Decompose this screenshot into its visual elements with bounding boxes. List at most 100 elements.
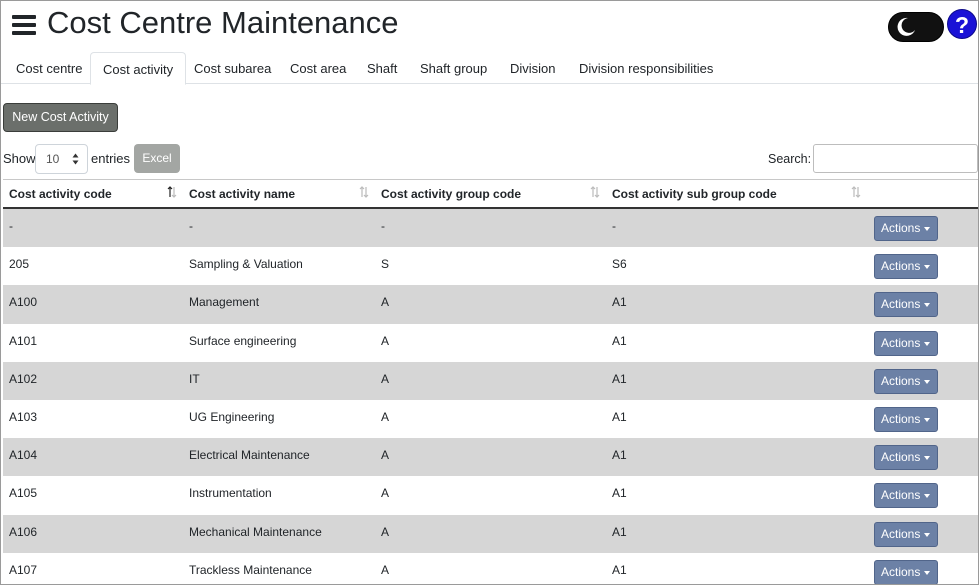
tab-division-responsibilities[interactable]: Division responsibilities [567, 52, 725, 85]
actions-button[interactable]: Actions [874, 445, 938, 471]
show-label: Show [3, 151, 36, 166]
caret-down-icon [924, 456, 930, 461]
cell-code: A102 [9, 371, 38, 386]
select-arrows-icon [72, 153, 79, 165]
caret-down-icon [924, 341, 930, 346]
cell-code: 205 [9, 257, 30, 272]
moon-icon [897, 17, 915, 36]
excel-export-button[interactable]: Excel [134, 144, 180, 173]
column-header-code[interactable]: Cost activity code [3, 180, 183, 209]
actions-button[interactable]: Actions [874, 521, 938, 547]
cell-name: Instrumentation [189, 486, 272, 501]
tab-cost-subarea[interactable]: Cost subarea [182, 52, 283, 85]
table-row: A103 UG Engineering A A1 Actions [3, 400, 978, 439]
page-title: Cost Centre Maintenance [47, 5, 399, 40]
cell-name: UG Engineering [189, 410, 275, 424]
caret-down-icon [924, 570, 930, 575]
cell-group-code: A [381, 486, 390, 501]
sort-asc-icon[interactable] [167, 186, 177, 198]
cell-sub-group-code: S6 [612, 257, 627, 272]
cell-sub-group-code: A1 [612, 371, 627, 386]
column-header-name[interactable]: Cost activity name [183, 180, 375, 209]
tab-shaft[interactable]: Shaft [355, 52, 409, 85]
cell-sub-group-code: A1 [612, 295, 627, 310]
cell-code: A103 [9, 410, 38, 424]
caret-down-icon [924, 303, 930, 308]
table-row: 205 Sampling & Valuation S S6 Actions [3, 247, 978, 286]
table-row: A107 Trackless Maintenance A A1 Actions [3, 552, 978, 584]
cell-group-code: A [381, 371, 390, 386]
cell-name: Mechanical Maintenance [189, 524, 322, 539]
table-row: A102 IT A A1 Actions [3, 361, 978, 400]
actions-button[interactable]: Actions [874, 483, 938, 509]
cell-group-code: A [381, 410, 390, 424]
new-cost-activity-button[interactable]: New Cost Activity [3, 103, 118, 132]
cell-code: A104 [9, 448, 38, 463]
tab-bar: Cost centre Cost activity Cost subarea C… [1, 52, 978, 85]
actions-button[interactable]: Actions [874, 254, 938, 280]
cell-name: - [189, 219, 193, 233]
cell-code: A100 [9, 295, 38, 310]
cell-name: IT [189, 371, 200, 386]
tab-cost-activity[interactable]: Cost activity [90, 52, 187, 85]
cell-sub-group-code: A1 [612, 333, 627, 348]
cell-group-code: A [381, 524, 390, 539]
cell-group-code: A [381, 333, 390, 348]
cell-name: Trackless Maintenance [189, 562, 312, 577]
caret-down-icon [924, 494, 930, 499]
cell-code: - [9, 219, 13, 233]
table-row: A106 Mechanical Maintenance A A1 Actions [3, 514, 978, 553]
cell-sub-group-code: A1 [612, 410, 627, 424]
cell-group-code: S [381, 257, 390, 272]
cell-sub-group-code: A1 [612, 486, 627, 501]
cell-sub-group-code: A1 [612, 524, 627, 539]
cell-group-code: - [381, 219, 385, 233]
page-header: Cost Centre Maintenance ? [1, 1, 978, 51]
cell-group-code: A [381, 562, 390, 577]
sort-arrows-icon[interactable] [851, 186, 861, 198]
actions-button[interactable]: Actions [874, 330, 938, 356]
cell-group-code: A [381, 295, 390, 310]
cell-name: Sampling & Valuation [189, 257, 303, 272]
search-input[interactable] [813, 144, 978, 173]
cell-sub-group-code: A1 [612, 448, 627, 463]
hamburger-icon[interactable] [12, 15, 36, 35]
caret-down-icon [924, 265, 930, 270]
tab-shaft-group[interactable]: Shaft group [408, 52, 499, 85]
theme-toggle[interactable] [888, 12, 944, 42]
table-row: A101 Surface engineering A A1 Actions [3, 323, 978, 362]
sort-arrows-icon[interactable] [359, 186, 369, 198]
table-row: - - - - Actions [3, 209, 978, 248]
tab-division[interactable]: Division [498, 52, 568, 85]
cell-code: A106 [9, 524, 38, 539]
actions-button[interactable]: Actions [874, 559, 938, 584]
column-header-sub-group-code[interactable]: Cost activity sub group code [606, 180, 866, 209]
actions-button[interactable]: Actions [874, 407, 938, 432]
search-label: Search: [768, 152, 812, 166]
cell-name: Surface engineering [189, 333, 297, 348]
entries-length-value: 10 [46, 152, 60, 166]
caret-down-icon [924, 418, 930, 422]
tab-cost-centre[interactable]: Cost centre [4, 52, 94, 85]
caret-down-icon [924, 379, 930, 384]
sort-arrows-icon[interactable] [590, 186, 600, 198]
column-header-group-code[interactable]: Cost activity group code [375, 180, 606, 209]
table-row: A105 Instrumentation A A1 Actions [3, 476, 978, 515]
cell-code: A107 [9, 562, 38, 577]
cell-sub-group-code: - [612, 219, 616, 233]
help-button[interactable]: ? [947, 9, 977, 39]
cell-code: A101 [9, 333, 38, 348]
cell-name: Management [189, 295, 260, 310]
cell-code: A105 [9, 486, 38, 501]
entries-length-select[interactable]: 10 [35, 144, 88, 174]
tab-cost-area[interactable]: Cost area [278, 52, 358, 85]
table-row: A104 Electrical Maintenance A A1 Actions [3, 438, 978, 477]
actions-button[interactable]: Actions [874, 368, 938, 394]
actions-button[interactable]: Actions [874, 292, 938, 318]
app-window: Cost Centre Maintenance ? Cost centre Co… [0, 0, 979, 585]
cell-sub-group-code: A1 [612, 562, 627, 577]
caret-down-icon [924, 227, 930, 231]
caret-down-icon [924, 532, 930, 537]
table-header: Cost activity code Cost activity name Co… [3, 179, 978, 209]
actions-button[interactable]: Actions [874, 216, 938, 241]
